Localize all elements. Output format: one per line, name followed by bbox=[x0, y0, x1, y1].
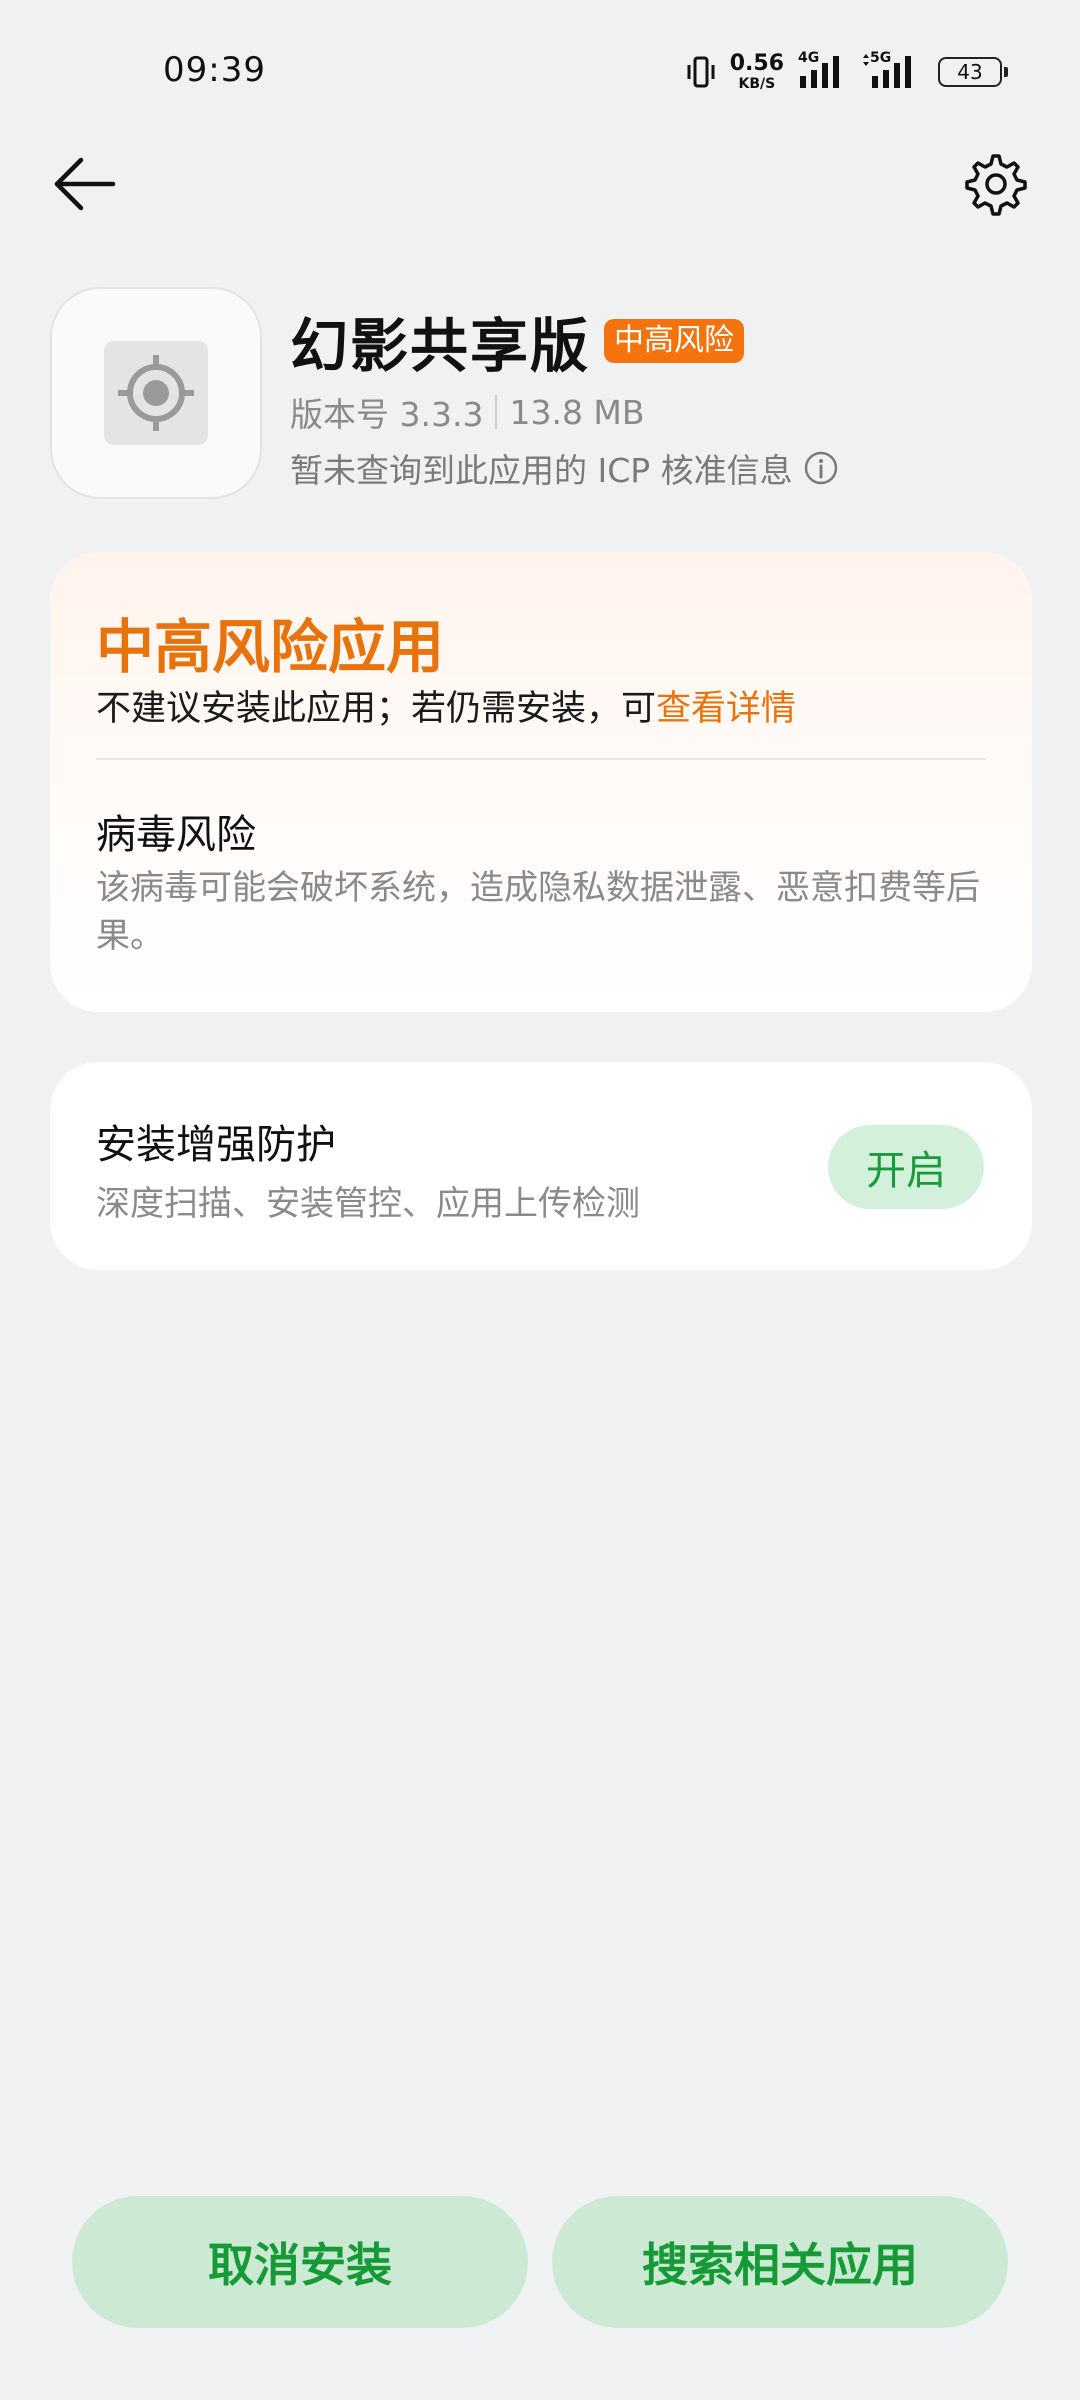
signal-4g-label: 4G bbox=[798, 50, 820, 66]
cancel-install-button[interactable]: 取消安装 bbox=[72, 2196, 528, 2328]
app-version: 版本号 3.3.3 bbox=[290, 395, 484, 434]
battery-indicator: 43 bbox=[938, 57, 1008, 87]
signal-5g-label: 5G bbox=[870, 50, 892, 66]
protection-desc: 深度扫描、安装管控、应用上传检测 bbox=[96, 1184, 640, 1224]
risk-card: 中高风险应用 不建议安装此应用；若仍需安装，可查看详情 病毒风险 该病毒可能会破… bbox=[50, 552, 1032, 1012]
net-speed-unit: KB/S bbox=[738, 76, 776, 92]
risk-desc-text: 不建议安装此应用；若仍需安装，可 bbox=[96, 689, 657, 729]
risk-desc: 不建议安装此应用；若仍需安装，可查看详情 bbox=[96, 680, 796, 731]
app-name: 幻影共享版 bbox=[290, 312, 591, 380]
virus-risk-desc: 该病毒可能会破坏系统，造成隐私数据泄露、恶意扣费等后果。 bbox=[96, 868, 980, 956]
risk-badge: 中高风险 bbox=[604, 319, 745, 363]
signal-4g: 4G bbox=[798, 50, 846, 90]
crosshair-target-icon bbox=[118, 355, 194, 431]
icp-info[interactable]: 暂未查询到此应用的 ICP 核准信息 bbox=[290, 444, 839, 492]
status-icons: 0.56 KB/S 4G 5G 43 bbox=[686, 50, 1008, 94]
battery-level: 43 bbox=[957, 60, 983, 84]
app-icon bbox=[50, 287, 262, 499]
vibrate-icon bbox=[687, 56, 715, 88]
app-name-row: 幻影共享版 中高风险 bbox=[290, 306, 745, 380]
virus-risk-title: 病毒风险 bbox=[96, 812, 256, 858]
settings-button[interactable] bbox=[960, 148, 1032, 220]
view-details-link[interactable]: 查看详情 bbox=[656, 689, 796, 729]
net-speed-value: 0.56 bbox=[729, 51, 784, 76]
risk-title: 中高风险应用 bbox=[96, 613, 445, 681]
info-circle-icon[interactable] bbox=[803, 450, 839, 486]
search-related-apps-button[interactable]: 搜索相关应用 bbox=[552, 2196, 1008, 2328]
icp-text: 暂未查询到此应用的 ICP 核准信息 bbox=[290, 451, 793, 490]
status-bar: 09:39 0.56 KB/S 4G 5G 43 bbox=[0, 0, 1080, 140]
gear-icon bbox=[965, 154, 1027, 216]
app-size: 13.8 MB bbox=[509, 392, 645, 432]
protection-card: 安装增强防护 深度扫描、安装管控、应用上传检测 开启 bbox=[50, 1062, 1032, 1270]
back-button[interactable] bbox=[48, 148, 120, 220]
divider bbox=[96, 758, 986, 760]
signal-5g: 5G bbox=[860, 50, 918, 90]
app-meta: 版本号 3.3.3 13.8 MB bbox=[290, 388, 645, 436]
meta-divider bbox=[495, 395, 498, 429]
app-icon-inner bbox=[104, 341, 208, 445]
arrow-left-icon bbox=[54, 157, 116, 211]
net-speed: 0.56 KB/S bbox=[729, 51, 784, 92]
enable-protection-button[interactable]: 开启 bbox=[828, 1125, 984, 1209]
protection-title: 安装增强防护 bbox=[96, 1122, 336, 1168]
status-time: 09:39 bbox=[163, 50, 266, 90]
